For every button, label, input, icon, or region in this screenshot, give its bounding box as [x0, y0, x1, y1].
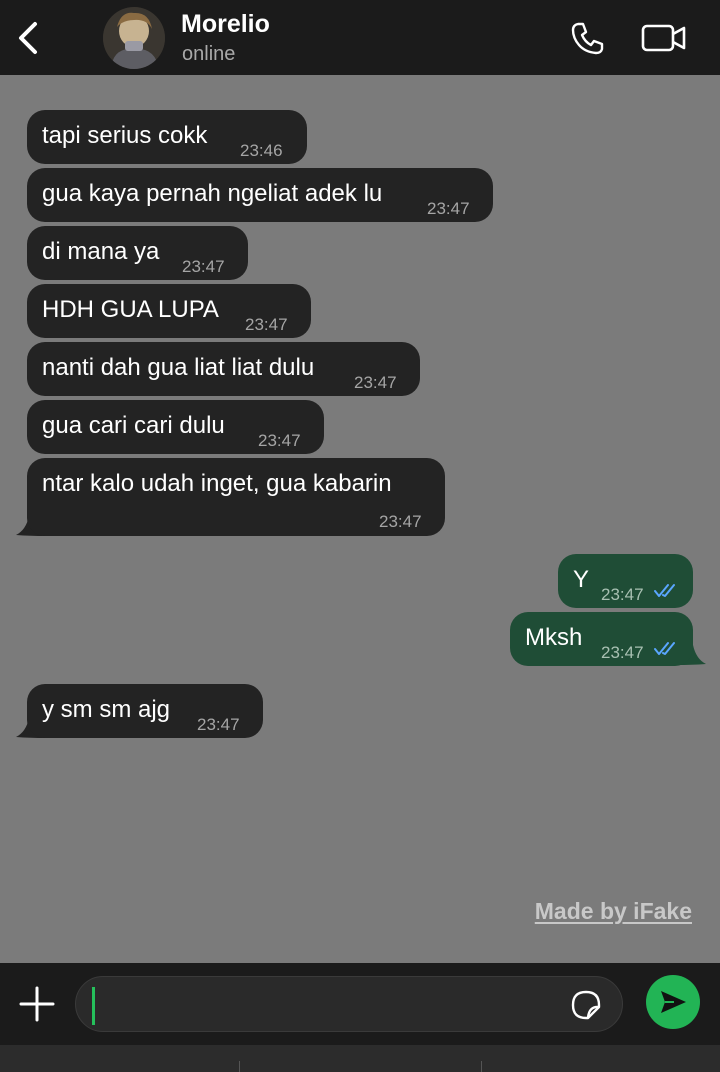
chat-header: Morelio online	[0, 0, 720, 75]
divider	[481, 1061, 482, 1072]
phone-icon	[571, 22, 604, 55]
double-check-icon	[654, 584, 675, 597]
sticker-button[interactable]	[567, 986, 605, 1024]
message-time: 23:47	[379, 512, 422, 531]
message-time: 23:47	[258, 431, 301, 450]
message-time: 23:47	[182, 257, 225, 276]
message-incoming[interactable]: gua cari cari dulu 23:47	[27, 400, 324, 454]
message-text: HDH GUA LUPA	[42, 296, 219, 323]
video-call-button[interactable]	[638, 16, 690, 60]
message-text: Mksh	[525, 624, 583, 651]
message-time: 23:47	[245, 315, 288, 334]
message-incoming[interactable]: di mana ya 23:47	[27, 226, 248, 280]
message-text: gua cari cari dulu	[42, 412, 225, 439]
message-text: y sm sm ajg	[42, 696, 171, 723]
send-arrow-icon	[661, 991, 686, 1013]
message-text: ntar kalo udah inget, gua kabarin	[42, 470, 392, 497]
message-outgoing[interactable]: Y 23:47	[558, 554, 693, 608]
back-button[interactable]	[10, 16, 46, 60]
message-incoming[interactable]: nanti dah gua liat liat dulu 23:47	[27, 342, 420, 396]
attach-button[interactable]	[14, 981, 60, 1027]
message-text: tapi serius cokk	[42, 122, 208, 149]
message-incoming[interactable]: tapi serius cokk 23:46	[27, 110, 307, 164]
message-incoming[interactable]: y sm sm ajg 23:47	[27, 684, 263, 738]
avatar[interactable]	[103, 7, 165, 69]
message-composer	[0, 963, 720, 1045]
chevron-left-icon	[19, 22, 37, 54]
message-outgoing[interactable]: Mksh 23:47	[510, 612, 693, 666]
contact-status: online	[182, 43, 236, 65]
message-time: 23:47	[197, 715, 240, 734]
message-text: Y	[573, 566, 590, 593]
message-incoming[interactable]: ntar kalo udah inget, gua kabarin 23:47	[27, 458, 445, 536]
message-time: 23:47	[601, 585, 644, 604]
send-button[interactable]	[646, 975, 700, 1029]
sticker-icon	[571, 990, 601, 1020]
keyboard-toolbar	[0, 1045, 720, 1072]
double-check-icon	[654, 642, 675, 655]
avatar-photo	[103, 7, 165, 69]
message-text: nanti dah gua liat liat dulu	[42, 354, 315, 381]
message-time: 23:46	[240, 141, 283, 160]
message-input[interactable]	[75, 976, 623, 1032]
video-camera-icon	[641, 24, 686, 52]
contact-name[interactable]: Morelio	[181, 10, 270, 39]
message-time: 23:47	[354, 373, 397, 392]
message-text: di mana ya	[42, 238, 160, 265]
plus-icon	[19, 986, 55, 1022]
watermark-link[interactable]: Made by iFake	[535, 898, 692, 925]
message-time: 23:47	[427, 199, 470, 218]
text-cursor	[92, 987, 95, 1025]
divider	[239, 1061, 240, 1072]
message-time: 23:47	[601, 643, 644, 662]
message-incoming[interactable]: HDH GUA LUPA 23:47	[27, 284, 311, 338]
message-incoming[interactable]: gua kaya pernah ngeliat adek lu 23:47	[27, 168, 493, 222]
voice-call-button[interactable]	[566, 16, 610, 60]
message-text: gua kaya pernah ngeliat adek lu	[42, 180, 383, 207]
